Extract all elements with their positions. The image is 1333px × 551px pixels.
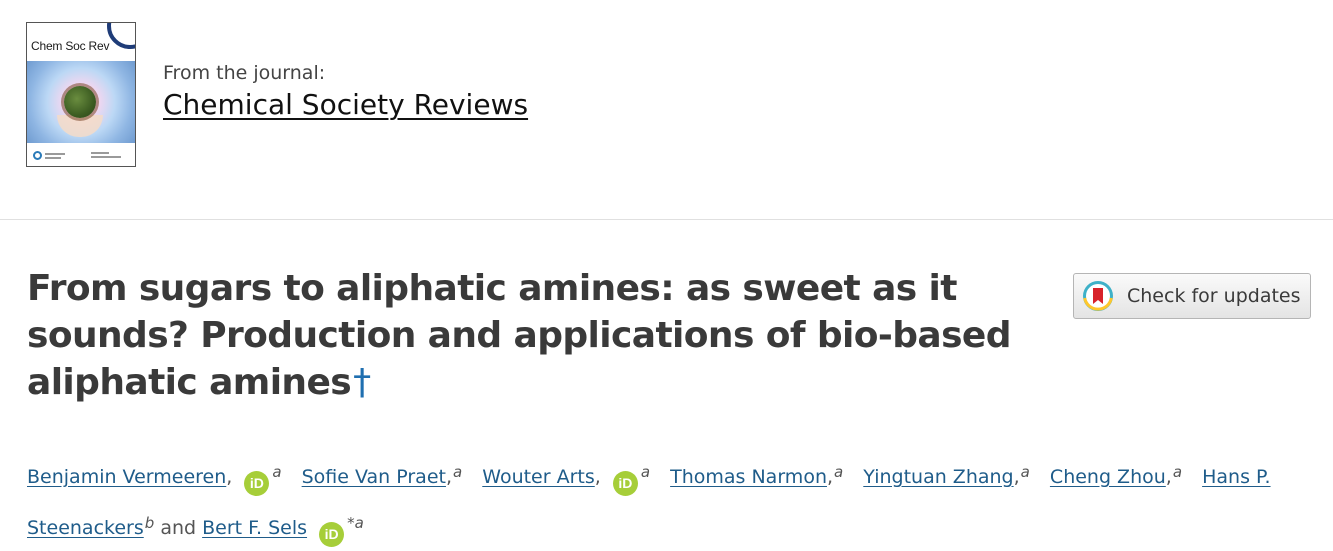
- author-link[interactable]: Bert F. Sels: [202, 517, 307, 539]
- affiliation-marker: a: [834, 463, 844, 481]
- article-title-text: From sugars to aliphatic amines: as swee…: [27, 268, 1012, 403]
- cover-footer: [33, 151, 129, 161]
- cover-title: Chem Soc Rev: [31, 39, 110, 53]
- journal-name-link[interactable]: Chemical Society Reviews: [163, 88, 528, 121]
- orcid-icon[interactable]: iD: [319, 522, 345, 547]
- cover-text-line: [91, 152, 109, 154]
- author-link[interactable]: Thomas Narmon: [670, 466, 827, 488]
- author-link[interactable]: Benjamin Vermeeren: [27, 466, 226, 488]
- affiliation-marker: b: [144, 514, 155, 532]
- orcid-icon[interactable]: iD: [612, 471, 638, 496]
- rsc-logo-icon: [33, 151, 42, 160]
- check-for-updates-label: Check for updates: [1127, 285, 1301, 307]
- affiliation-marker: a: [272, 463, 282, 481]
- affiliation-marker: a: [1020, 463, 1030, 481]
- article-title: From sugars to aliphatic amines: as swee…: [27, 265, 1037, 406]
- affiliation-marker: a: [1172, 463, 1183, 481]
- footnote-dagger-link[interactable]: †: [353, 362, 371, 403]
- crossmark-icon: [1083, 281, 1113, 311]
- author-list: Benjamin Vermeeren, iDa Sofie Van Praet,…: [27, 449, 1317, 551]
- journal-header: Chem Soc Rev From the journal: Chemical …: [0, 0, 1333, 220]
- affiliation-marker: a: [640, 463, 651, 481]
- cover-molecule-illustration: [64, 86, 96, 118]
- cover-arc-decoration: [107, 23, 135, 49]
- author-link[interactable]: Wouter Arts: [482, 466, 595, 488]
- cover-text-line: [45, 157, 61, 159]
- from-journal-label: From the journal:: [163, 62, 326, 84]
- cover-text-line: [91, 156, 121, 158]
- journal-cover-image[interactable]: Chem Soc Rev: [26, 22, 136, 167]
- cover-text-line: [45, 153, 65, 155]
- orcid-icon[interactable]: iD: [244, 471, 270, 496]
- affiliation-marker: *a: [347, 514, 364, 532]
- authors-conjunction: and: [160, 517, 197, 539]
- affiliation-marker: a: [453, 463, 463, 481]
- author-link[interactable]: Yingtuan Zhang: [863, 466, 1013, 488]
- author-link[interactable]: Sofie Van Praet: [302, 466, 446, 488]
- author-link[interactable]: Cheng Zhou: [1050, 466, 1166, 488]
- check-for-updates-button[interactable]: Check for updates: [1073, 273, 1311, 319]
